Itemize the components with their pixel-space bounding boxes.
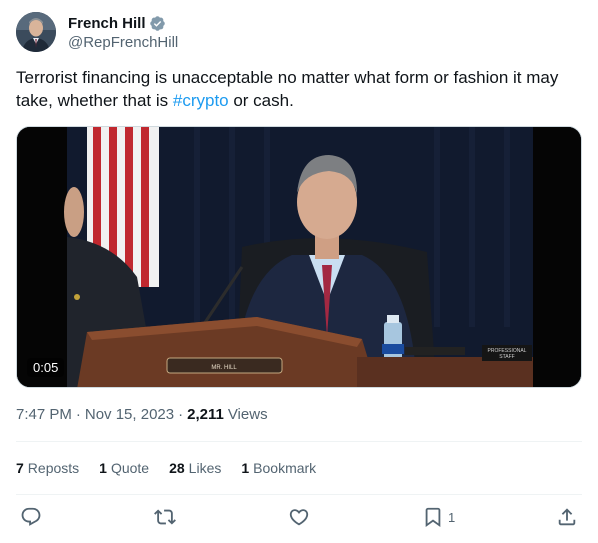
- meta-separator: ·: [75, 406, 81, 423]
- video-player[interactable]: MR. HILL PROFESSIONAL STAFF 0:05: [16, 126, 582, 388]
- reposts-count: 7: [16, 460, 24, 476]
- share-icon: [558, 508, 576, 526]
- meta-separator: ·: [178, 406, 184, 423]
- likes-stat[interactable]: 28 Likes: [169, 460, 221, 476]
- tweet-stats: 7 Reposts 1 Quote 28 Likes 1 Bookmark: [16, 460, 336, 476]
- bookmarks-stat[interactable]: 1 Bookmark: [241, 460, 316, 476]
- bookmark-button[interactable]: 1: [422, 506, 455, 528]
- reposts-stat[interactable]: 7 Reposts: [16, 460, 79, 476]
- views-label: Views: [227, 406, 268, 423]
- divider: [16, 494, 582, 495]
- bookmarks-count: 1: [241, 460, 250, 476]
- tweet-text-end: or cash.: [228, 91, 294, 110]
- tweet-text: Terrorist financing is unacceptable no m…: [16, 66, 576, 112]
- hashtag-link[interactable]: #crypto: [173, 91, 229, 110]
- reply-icon: [21, 507, 41, 526]
- nameplate-text: MR. HILL: [211, 365, 237, 371]
- quotes-stat[interactable]: 1 Quote: [99, 460, 149, 476]
- reply-button[interactable]: [20, 506, 42, 528]
- verified-badge-icon: [149, 15, 166, 32]
- divider: [16, 441, 582, 442]
- views-count: 2,211: [187, 406, 224, 423]
- repost-icon: [154, 509, 176, 525]
- tweet-date[interactable]: Nov 15, 2023: [85, 406, 174, 423]
- like-icon: [289, 509, 309, 526]
- author-name[interactable]: French Hill: [68, 15, 146, 32]
- video-duration: 0:05: [27, 358, 65, 377]
- repost-button[interactable]: [154, 506, 176, 528]
- video-frame: MR. HILL PROFESSIONAL STAFF: [17, 127, 581, 387]
- author-handle[interactable]: @RepFrenchHill: [68, 34, 178, 51]
- bookmark-count: 1: [448, 509, 456, 525]
- quotes-label: Quote: [110, 460, 150, 476]
- tweet-header: French Hill @RepFrenchHill: [16, 12, 178, 52]
- bookmarks-label: Bookmark: [253, 460, 317, 476]
- reposts-label: Reposts: [27, 460, 80, 476]
- tweet-meta: 7:47 PM · Nov 15, 2023 · 2,211 Views: [16, 406, 268, 423]
- quotes-count: 1: [99, 460, 107, 476]
- like-button[interactable]: [288, 506, 310, 528]
- staff-sign-line2: STAFF: [499, 354, 514, 360]
- bookmark-icon: [425, 507, 441, 528]
- avatar[interactable]: [16, 12, 56, 52]
- likes-count: 28: [169, 460, 185, 476]
- action-bar: 1: [0, 506, 598, 532]
- likes-label: Likes: [188, 460, 222, 476]
- tweet-time[interactable]: 7:47 PM: [16, 406, 72, 423]
- share-button[interactable]: [556, 506, 578, 528]
